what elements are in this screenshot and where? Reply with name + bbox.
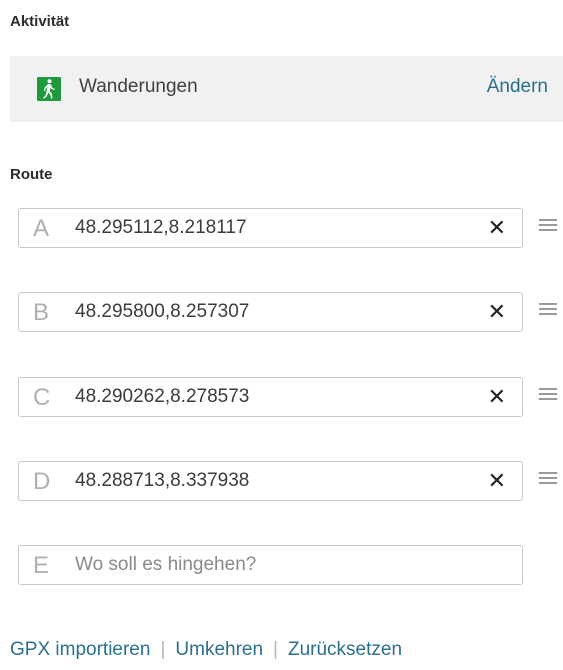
drag-handle-icon[interactable] [539, 303, 557, 319]
waypoint-field-e[interactable]: E Wo soll es hingehen? [18, 545, 523, 585]
clear-icon[interactable]: ✕ [488, 216, 506, 240]
waypoint-row-b: B 48.295800,8.257307 ✕ [18, 292, 563, 334]
drag-handle-icon[interactable] [539, 472, 557, 488]
hiking-icon [37, 77, 61, 101]
activity-label: Wanderungen [79, 76, 198, 97]
waypoint-input-d[interactable]: 48.288713,8.337938 [75, 470, 455, 492]
waypoint-letter: C [33, 384, 51, 411]
activity-selector: Wanderungen Ändern [10, 56, 563, 122]
change-activity-link[interactable]: Ändern [487, 76, 548, 98]
waypoint-row-c: C 48.290262,8.278573 ✕ [18, 377, 563, 419]
route-heading: Route [10, 166, 53, 183]
clear-icon[interactable]: ✕ [488, 300, 506, 324]
waypoint-row-d: D 48.288713,8.337938 ✕ [18, 461, 563, 503]
waypoint-field-b[interactable]: B 48.295800,8.257307 ✕ [18, 292, 523, 332]
reverse-route-link[interactable]: Umkehren [175, 639, 263, 660]
clear-icon[interactable]: ✕ [488, 469, 506, 493]
new-destination-input[interactable]: Wo soll es hingehen? [75, 554, 455, 576]
gpx-import-link[interactable]: GPX importieren [10, 639, 150, 660]
reset-route-link[interactable]: Zurücksetzen [288, 639, 402, 660]
waypoint-letter: A [33, 215, 50, 242]
route-actions: GPX importieren | Umkehren | Zurücksetzen [10, 639, 402, 661]
waypoint-input-a[interactable]: 48.295112,8.218117 [75, 217, 455, 239]
waypoint-row-e: E Wo soll es hingehen? [18, 545, 563, 587]
clear-icon[interactable]: ✕ [488, 385, 506, 409]
route-planner-panel: Aktivität Wanderungen Ändern Route A 48.… [0, 0, 563, 670]
waypoint-input-b[interactable]: 48.295800,8.257307 [75, 301, 455, 323]
drag-handle-icon[interactable] [539, 388, 557, 404]
link-separator: | [273, 639, 278, 660]
waypoint-letter: B [33, 299, 50, 326]
link-separator: | [160, 639, 166, 660]
waypoint-input-c[interactable]: 48.290262,8.278573 [75, 386, 455, 408]
activity-heading: Aktivität [10, 13, 70, 30]
waypoint-field-d[interactable]: D 48.288713,8.337938 ✕ [18, 461, 523, 501]
waypoint-field-a[interactable]: A 48.295112,8.218117 ✕ [18, 208, 523, 248]
drag-handle-icon[interactable] [539, 219, 557, 235]
waypoint-row-a: A 48.295112,8.218117 ✕ [18, 208, 563, 250]
waypoint-letter: E [33, 552, 50, 579]
waypoint-letter: D [33, 468, 51, 495]
waypoint-field-c[interactable]: C 48.290262,8.278573 ✕ [18, 377, 523, 417]
